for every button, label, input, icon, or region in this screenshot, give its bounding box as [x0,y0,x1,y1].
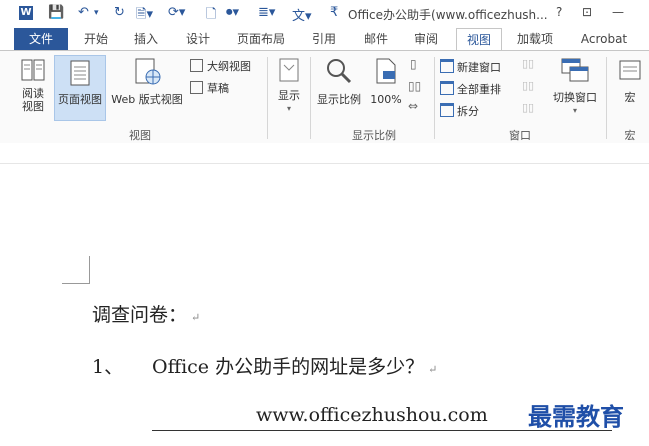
document-icon[interactable]: 🗋 [206,5,216,27]
split-icon [440,103,454,117]
switch-caret-icon: ▾ [572,106,577,115]
title-bar: W 💾 ↶ ▾ ↻ 🗎▾ ⟳▾ 🗋 ⏺▾ ≣▾ 文▾ ₹ Office办公助手(… [0,0,649,28]
web-layout-label: Web 版式视图 [111,93,183,106]
outline-button[interactable]: 大纲视图 [190,59,251,74]
split-label: 拆分 [457,105,479,118]
book-icon [21,59,45,81]
paragraph-mark: ↵ [428,363,438,376]
multiple-pages-icon[interactable]: ▯▯ [408,79,421,93]
divider [310,57,311,139]
arrange-all-label: 全部重排 [457,83,501,96]
switch-windows-label: 切换窗口 [553,91,597,104]
tab-mailings[interactable]: 邮件 [360,28,392,50]
page-icon [70,60,90,86]
tab-review[interactable]: 审阅 [410,28,442,50]
macros-group-label: 宏 [624,129,636,142]
tab-acrobat[interactable]: Acrobat [574,28,634,50]
new-window-icon [440,59,454,73]
minimize-button[interactable]: — [612,5,624,19]
answer-text[interactable]: www.officezhushou.com [256,404,488,426]
ribbon-tabs: 文件 开始 插入 设计 页面布局 引用 邮件 审阅 视图 加载项 Acrobat [0,28,649,50]
page-100-icon [376,58,396,84]
magnifier-icon [327,59,352,84]
zoom-100-button[interactable]: 100% [368,57,404,106]
new-doc-icon[interactable]: 🗎▾ [136,5,153,27]
tab-design[interactable]: 设计 [182,28,214,50]
ribbon: 阅读视图 页面视图 Web 版式视图 大纲视图 草稿 视图 显示 ▾ 显示比例 … [0,50,649,144]
macro-icon [619,60,641,80]
watermark-logo: 最需教育 [528,402,624,431]
window-group-label: 窗口 [509,129,531,142]
undo-icon[interactable]: ↶ [78,5,89,20]
view-side-by-side-icon[interactable]: ▯▯ [522,57,534,71]
page-corner-mark [89,256,90,283]
tab-references[interactable]: 引用 [308,28,340,50]
macros-label: 宏 [624,91,636,104]
page-width-icon[interactable]: ⇔ [408,99,418,113]
tab-layout[interactable]: 页面布局 [232,28,290,50]
word-app-icon[interactable]: W [19,6,33,20]
draft-label: 草稿 [207,82,229,95]
undo-caret-icon[interactable]: ▾ [94,8,99,18]
doc-heading[interactable]: 调查问卷： ↵ [92,300,200,327]
outline-icon [190,59,203,72]
ribbon-display-button[interactable]: ⊡ [582,5,592,19]
question-text-body: Office 办公助手的网址是多少？ [152,356,425,378]
tab-home[interactable]: 开始 [80,28,112,50]
help-button[interactable]: ? [556,5,562,19]
text-icon[interactable]: 文▾ [292,5,312,24]
shape-icon[interactable]: ⏺▾ [226,5,239,20]
switch-windows-button[interactable]: 切换窗口 ▾ [548,57,602,117]
save-icon[interactable]: 💾 [48,5,64,20]
show-button[interactable]: 显示 ▾ [272,57,306,115]
reset-window-icon[interactable]: ▯▯ [522,101,534,115]
refresh-icon[interactable]: ⟳▾ [168,5,185,20]
tab-file[interactable]: 文件 [14,28,68,50]
zoom-group-label: 显示比例 [352,129,396,142]
split-button[interactable]: 拆分 [440,103,479,119]
outline-label: 大纲视图 [207,60,251,73]
divider [434,57,435,139]
new-window-button[interactable]: 新建窗口 [440,59,501,75]
read-mode-label: 阅读视图 [22,87,44,113]
web-layout-button[interactable]: Web 版式视图 [108,57,186,106]
globe-page-icon [135,58,161,85]
format-icon[interactable]: ≣▾ [258,5,275,20]
one-page-icon[interactable]: ▯ [410,57,417,71]
question-text[interactable]: Office 办公助手的网址是多少？ ↵ [152,352,437,379]
customize-qat-icon[interactable]: ₹ [330,5,338,20]
window-title: Office办公助手(www.officezhush... [348,8,548,22]
paragraph-mark: ↵ [191,311,201,324]
new-window-label: 新建窗口 [457,61,501,74]
tab-insert[interactable]: 插入 [130,28,162,50]
zoom-button[interactable]: 显示比例 [314,57,364,106]
read-mode-button[interactable]: 阅读视图 [14,57,52,113]
divider [606,57,607,139]
show-caret-icon: ▾ [286,104,291,113]
windows-icon [561,58,589,82]
print-layout-button[interactable]: 页面视图 [54,55,106,121]
print-layout-label: 页面视图 [58,93,102,106]
macros-button[interactable]: 宏 [612,57,648,104]
show-label: 显示 [278,89,300,102]
zoom-label: 显示比例 [317,93,361,106]
zoom-100-label: 100% [370,93,402,106]
tab-view[interactable]: 视图 [456,28,502,50]
page-corner-mark [62,283,90,284]
ruler-line [0,163,649,164]
divider [267,57,268,139]
heading-text: 调查问卷： [92,304,188,326]
redo-icon[interactable]: ↻ [114,5,125,20]
arrange-all-button[interactable]: 全部重排 [440,81,501,97]
draft-icon [190,81,203,94]
question-number[interactable]: 1、 [92,352,123,379]
draft-button[interactable]: 草稿 [190,81,229,96]
views-group-label: 视图 [129,129,151,142]
sync-scroll-icon[interactable]: ▯▯ [522,79,534,93]
tab-addins[interactable]: 加载项 [512,28,558,50]
show-icon [279,58,299,82]
arrange-all-icon [440,81,454,95]
